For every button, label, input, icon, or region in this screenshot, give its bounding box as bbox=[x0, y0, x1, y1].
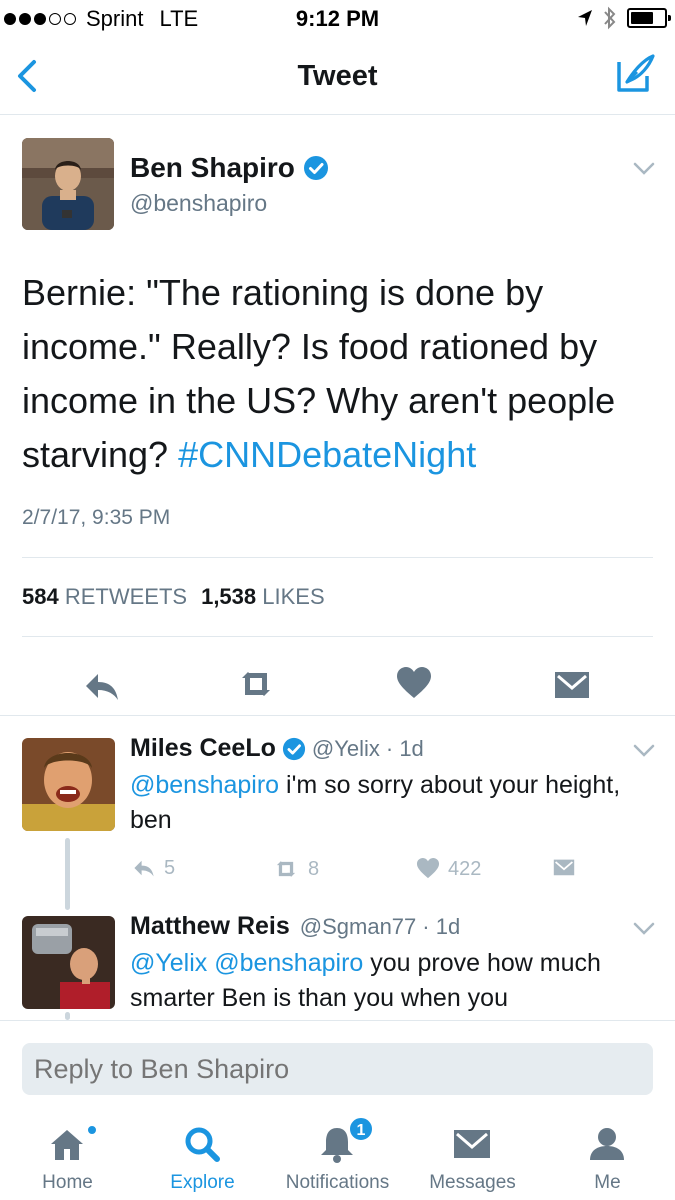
status-bar: Sprint LTE 9:12 PM bbox=[0, 0, 675, 38]
notifications-badge: 1 bbox=[348, 1116, 374, 1142]
person-icon bbox=[590, 1128, 624, 1160]
retweet-count: 8 bbox=[308, 857, 320, 880]
heart-icon bbox=[416, 857, 440, 879]
reply-text: @benshapiro i'm so sorry about your heig… bbox=[130, 768, 650, 838]
search-icon bbox=[185, 1127, 220, 1162]
bluetooth-icon bbox=[604, 6, 616, 30]
chevron-down-icon[interactable] bbox=[633, 744, 655, 758]
reply-mention[interactable]: @benshapiro bbox=[130, 771, 279, 799]
reply-author-name[interactable]: Miles CeeLo bbox=[130, 734, 276, 763]
reply-mention[interactable]: @Yelix @benshapiro bbox=[130, 949, 363, 977]
location-arrow-icon bbox=[578, 10, 592, 26]
tab-home[interactable]: Home bbox=[0, 1110, 135, 1200]
tab-label: Home bbox=[42, 1172, 93, 1193]
status-right bbox=[577, 6, 671, 30]
reply-reply-action[interactable]: 5 bbox=[130, 856, 175, 880]
reply-tweet[interactable]: Matthew Reis @Sgman77 · 1d @Yelix @bensh… bbox=[0, 896, 675, 1020]
section-divider bbox=[0, 715, 675, 716]
tab-label: Messages bbox=[429, 1172, 516, 1193]
retweets-stat[interactable]: 584 RETWEETS bbox=[22, 584, 187, 610]
tab-label: Notifications bbox=[285, 1172, 390, 1193]
retweets-label: RETWEETS bbox=[64, 584, 188, 609]
reply-avatar[interactable] bbox=[22, 916, 115, 1009]
direct-message-icon bbox=[553, 859, 575, 876]
tab-label: Me bbox=[594, 1172, 621, 1193]
reply-age: · 1d bbox=[422, 913, 461, 939]
tweet-actions bbox=[0, 654, 675, 718]
author-name[interactable]: Ben Shapiro bbox=[130, 152, 295, 184]
tab-explore[interactable]: Explore bbox=[135, 1110, 270, 1200]
stats-row: 584 RETWEETS 1,538 LIKES bbox=[22, 584, 325, 610]
retweet-icon[interactable] bbox=[236, 664, 276, 704]
author-handle[interactable]: @benshapiro bbox=[130, 190, 329, 217]
reply-author-handle[interactable]: @Sgman77 bbox=[300, 914, 417, 940]
compose-tweet-icon[interactable] bbox=[615, 52, 657, 94]
envelope-icon bbox=[454, 1130, 490, 1158]
tab-me[interactable]: Me bbox=[540, 1110, 675, 1200]
likes-stat[interactable]: 1,538 LIKES bbox=[201, 584, 325, 610]
reply-icon bbox=[134, 860, 154, 877]
tab-notifications[interactable]: 1 Notifications bbox=[270, 1110, 405, 1200]
author-name-row: Ben Shapiro bbox=[130, 152, 329, 184]
retweet-icon bbox=[276, 861, 296, 877]
tweet-timestamp: 2/7/17, 9:35 PM bbox=[22, 506, 171, 529]
reply-input[interactable] bbox=[22, 1043, 653, 1095]
tab-bar: Home Explore 1 Notifications Messages Me bbox=[0, 1110, 675, 1200]
verified-badge-icon bbox=[303, 156, 328, 180]
author-block: Ben Shapiro @benshapiro bbox=[130, 152, 329, 217]
reply-dm-action[interactable] bbox=[550, 856, 578, 880]
reply-composer-bar bbox=[0, 1020, 675, 1110]
home-new-dot bbox=[86, 1124, 98, 1136]
chevron-down-icon[interactable] bbox=[633, 922, 655, 936]
divider bbox=[22, 557, 653, 558]
reply-header: Miles CeeLo @Yelix · 1d bbox=[130, 734, 424, 763]
page-title: Tweet bbox=[297, 60, 378, 92]
heart-icon[interactable] bbox=[394, 664, 434, 704]
reply-avatar[interactable] bbox=[22, 738, 115, 831]
like-count: 422 bbox=[448, 857, 482, 880]
chevron-down-icon[interactable] bbox=[633, 162, 655, 176]
divider bbox=[22, 636, 653, 637]
reply-like-action[interactable]: 422 bbox=[414, 856, 481, 882]
reply-text: @Yelix @benshapiro you prove how much sm… bbox=[130, 946, 650, 1016]
reply-age: · 1d bbox=[385, 735, 424, 761]
tab-messages[interactable]: Messages bbox=[405, 1110, 540, 1200]
reply-icon[interactable] bbox=[82, 666, 122, 706]
likes-label: LIKES bbox=[262, 584, 325, 609]
reply-retweet-action[interactable]: 8 bbox=[270, 856, 319, 882]
home-icon bbox=[51, 1130, 83, 1160]
status-time: 9:12 PM bbox=[295, 6, 380, 31]
tab-label: Explore bbox=[170, 1172, 235, 1193]
reply-actions: 5 8 422 bbox=[130, 856, 630, 886]
verified-badge-icon bbox=[282, 737, 305, 760]
direct-message-icon[interactable] bbox=[552, 666, 592, 706]
reply-count: 5 bbox=[164, 856, 176, 879]
author-avatar[interactable] bbox=[22, 138, 114, 230]
tweet-text: Bernie: "The rationing is done by income… bbox=[22, 266, 652, 482]
battery-icon bbox=[627, 8, 671, 28]
retweets-count: 584 bbox=[22, 584, 59, 609]
reply-author-handle[interactable]: @Yelix bbox=[312, 736, 380, 762]
nav-bar: Tweet bbox=[0, 38, 675, 115]
reply-author-name[interactable]: Matthew Reis bbox=[130, 912, 290, 941]
reply-header: Matthew Reis @Sgman77 · 1d bbox=[130, 912, 460, 941]
tweet-hashtag[interactable]: #CNNDebateNight bbox=[178, 434, 476, 475]
likes-count: 1,538 bbox=[201, 584, 257, 609]
